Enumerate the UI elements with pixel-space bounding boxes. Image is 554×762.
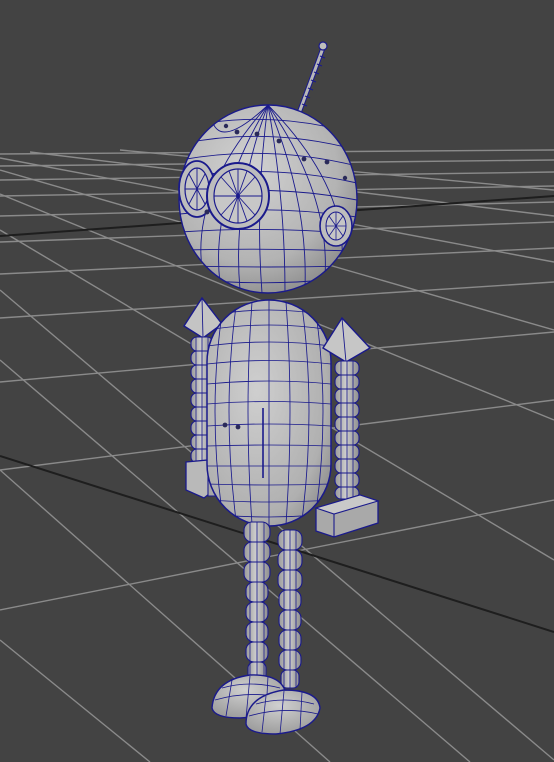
leg-right[interactable]: [277, 529, 303, 689]
robot-head[interactable]: [178, 104, 358, 294]
goggle-right-icon[interactable]: [206, 162, 270, 230]
antenna[interactable]: [296, 41, 328, 114]
hand-block-right: [314, 494, 380, 538]
body-button-icon: [235, 424, 241, 430]
body-button-icon: [222, 422, 228, 428]
leg-left[interactable]: [243, 521, 271, 681]
ear-dial-icon[interactable]: [319, 205, 353, 247]
goggle-bolt-icon: [204, 209, 210, 215]
viewport-canvas[interactable]: [0, 0, 554, 762]
robot-body[interactable]: [206, 299, 332, 527]
antenna-tip: [318, 41, 328, 51]
3d-viewport[interactable]: [0, 0, 554, 762]
